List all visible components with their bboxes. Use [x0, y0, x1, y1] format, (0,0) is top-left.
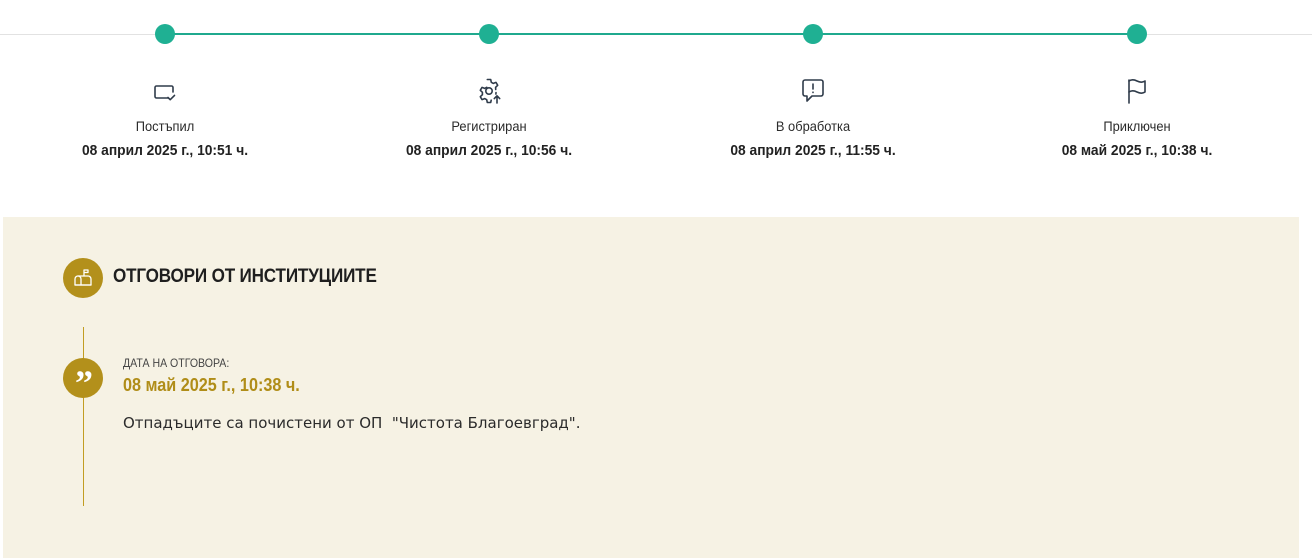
- quote-icon: ”: [75, 363, 93, 403]
- timeline-step-processing: В обработка 08 април 2025 г., 11:55 ч.: [683, 76, 943, 159]
- progress-track: [165, 33, 1137, 35]
- step-date: 08 април 2025 г., 10:51 ч.: [81, 142, 249, 159]
- step-label: Постъпил: [135, 118, 195, 134]
- section-title: ОТГОВОРИ ОТ ИНСТИТУЦИИТЕ: [113, 266, 377, 287]
- response-date-label: ДАТА НА ОТГОВОРА:: [123, 356, 230, 370]
- timeline-dot-registered: [479, 24, 499, 44]
- timeline-step-received: Постъпил 08 април 2025 г., 10:51 ч.: [35, 76, 295, 159]
- response-timeline-line: [83, 327, 84, 506]
- gear-upload-icon: [479, 78, 501, 104]
- page: Постъпил 08 април 2025 г., 10:51 ч. Реги…: [0, 0, 1312, 558]
- step-label: Регистриран: [451, 118, 527, 134]
- message-alert-icon: [802, 79, 824, 102]
- step-date: 08 май 2025 г., 10:38 ч.: [1061, 142, 1213, 159]
- timeline-dot-processing: [803, 24, 823, 44]
- timeline-step-registered: Регистриран 08 април 2025 г., 10:56 ч.: [359, 76, 619, 159]
- step-date: 08 април 2025 г., 10:56 ч.: [405, 142, 573, 159]
- response-text: Отпадъците са почистени от ОП "Чистота Б…: [123, 414, 581, 432]
- mailbox-icon: [74, 269, 92, 286]
- step-label: Приключен: [1103, 118, 1171, 134]
- quote-badge: ”: [63, 358, 103, 403]
- response-date: 08 май 2025 г., 10:38 ч.: [123, 375, 300, 395]
- card-check-icon: [154, 85, 176, 101]
- step-label: В обработка: [775, 118, 851, 134]
- timeline-dot-received: [155, 24, 175, 44]
- timeline-dot-closed: [1127, 24, 1147, 44]
- responses-panel: ОТГОВОРИ ОТ ИНСТИТУЦИИТЕ ” ДАТА НА ОТГОВ…: [3, 217, 1299, 558]
- timeline-step-closed: Приключен 08 май 2025 г., 10:38 ч.: [1007, 76, 1267, 159]
- flag-icon: [1128, 79, 1146, 104]
- step-date: 08 април 2025 г., 11:55 ч.: [730, 142, 896, 159]
- section-icon-badge: [63, 258, 103, 298]
